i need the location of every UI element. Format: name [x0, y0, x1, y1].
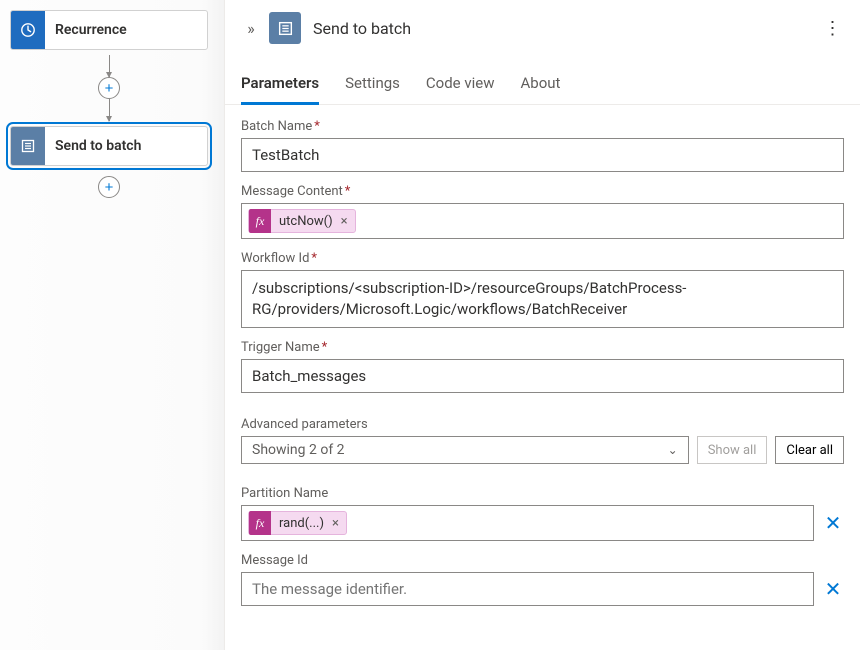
- batch-icon: [269, 12, 301, 44]
- expression-token[interactable]: fx rand(...) ×: [248, 511, 347, 535]
- remove-message-id-icon[interactable]: ✕: [822, 579, 844, 599]
- advanced-parameters-dropdown[interactable]: Showing 2 of 2 ⌄: [241, 436, 689, 464]
- add-step-button[interactable]: +: [98, 77, 120, 99]
- remove-token-icon[interactable]: ×: [330, 516, 346, 531]
- parameters-form: Batch Name* Message Content* fx utcNow()…: [225, 105, 860, 620]
- fx-icon: fx: [249, 511, 271, 535]
- input-batch-name[interactable]: [241, 138, 844, 172]
- node-label: Send to batch: [55, 138, 141, 154]
- node-recurrence[interactable]: Recurrence: [10, 10, 208, 50]
- input-message-content[interactable]: fx utcNow() ×: [241, 203, 844, 239]
- connector-line: [109, 55, 110, 77]
- label-trigger-name: Trigger Name*: [241, 340, 844, 355]
- add-step-button[interactable]: +: [98, 176, 120, 198]
- show-all-button[interactable]: Show all: [697, 436, 768, 464]
- tab-code-view[interactable]: Code view: [426, 74, 495, 104]
- dropdown-text: Showing 2 of 2: [252, 442, 345, 458]
- clear-all-button[interactable]: Clear all: [775, 436, 844, 464]
- label-workflow-id: Workflow Id*: [241, 251, 844, 266]
- panel-title: Send to batch: [313, 19, 820, 38]
- input-trigger-name[interactable]: [241, 359, 844, 393]
- remove-token-icon[interactable]: ×: [339, 214, 355, 229]
- label-partition-name: Partition Name: [241, 486, 844, 501]
- overflow-menu-icon[interactable]: ⋮: [820, 18, 846, 39]
- plus-icon: +: [105, 180, 114, 195]
- fx-icon: fx: [249, 209, 271, 233]
- chevron-down-icon: ⌄: [668, 443, 678, 457]
- clock-icon: [11, 11, 45, 49]
- details-panel: » Send to batch ⋮ Parameters Settings Co…: [224, 0, 860, 650]
- expression-token[interactable]: fx utcNow() ×: [248, 209, 356, 233]
- batch-icon: [11, 127, 45, 165]
- tab-parameters[interactable]: Parameters: [241, 74, 319, 105]
- connector-line: [109, 99, 110, 121]
- remove-partition-name-icon[interactable]: ✕: [822, 513, 844, 533]
- tab-settings[interactable]: Settings: [345, 74, 400, 104]
- label-advanced-parameters: Advanced parameters: [241, 417, 844, 432]
- label-message-content: Message Content*: [241, 184, 844, 199]
- input-partition-name[interactable]: fx rand(...) ×: [241, 505, 814, 541]
- node-send-to-batch[interactable]: Send to batch: [10, 126, 208, 166]
- workflow-canvas: Recurrence + Send to batch +: [0, 0, 224, 650]
- tab-about[interactable]: About: [521, 74, 561, 104]
- token-text: rand(...): [271, 516, 330, 531]
- label-batch-name: Batch Name*: [241, 119, 844, 134]
- node-label: Recurrence: [55, 22, 127, 38]
- token-text: utcNow(): [271, 214, 339, 229]
- plus-icon: +: [105, 81, 114, 96]
- label-message-id: Message Id: [241, 553, 844, 568]
- panel-header: » Send to batch ⋮: [225, 0, 860, 58]
- input-workflow-id[interactable]: /subscriptions/<subscription-ID>/resourc…: [241, 270, 844, 328]
- collapse-panel-icon[interactable]: »: [239, 19, 263, 38]
- input-message-id[interactable]: [241, 572, 814, 606]
- tabs: Parameters Settings Code view About: [225, 58, 860, 105]
